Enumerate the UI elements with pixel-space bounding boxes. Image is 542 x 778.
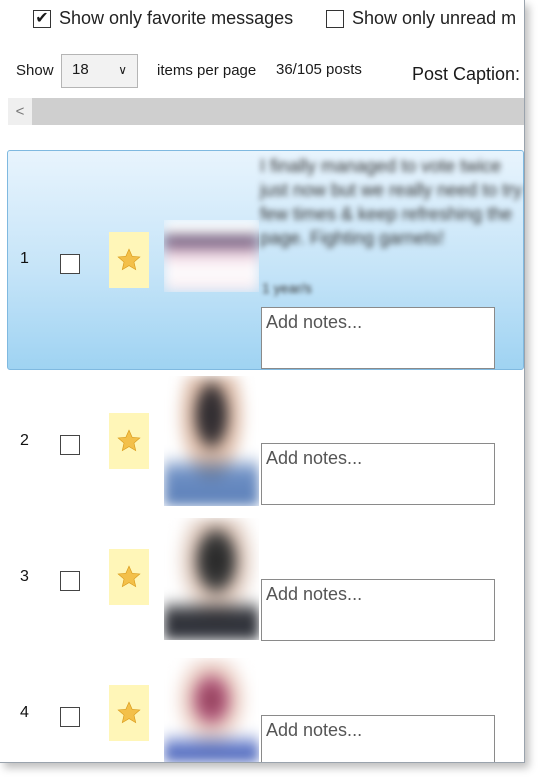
- notes-input[interactable]: Add notes...: [261, 715, 495, 762]
- unread-checkbox[interactable]: [326, 9, 344, 28]
- filter-bar: ✔ Show only favorite messages Show only …: [0, 0, 524, 44]
- items-per-page-select[interactable]: 18 ∨: [61, 54, 138, 88]
- star-icon: [117, 429, 141, 452]
- post-select-checkbox[interactable]: [60, 435, 80, 455]
- show-label: Show: [16, 62, 54, 79]
- items-per-page-value: 18: [72, 61, 89, 78]
- post-caption-label: Post Caption:: [412, 64, 521, 84]
- favorite-toggle[interactable]: [109, 232, 149, 288]
- star-icon: [117, 565, 141, 588]
- favorite-toggle[interactable]: [109, 549, 149, 605]
- post-select-checkbox[interactable]: [60, 707, 80, 727]
- favorites-checkbox[interactable]: ✔: [33, 9, 51, 28]
- post-index: 4: [20, 704, 29, 721]
- post-index: 3: [20, 568, 29, 585]
- post-select-checkbox[interactable]: [60, 254, 80, 274]
- notes-input[interactable]: Add notes...: [261, 443, 495, 505]
- post-text: I finally managed to vote twice just now…: [260, 156, 523, 248]
- unread-filter-label: Show only unread m: [352, 8, 517, 28]
- favorites-filter-label: Show only favorite messages: [59, 8, 294, 28]
- post-thumbnail: [164, 220, 259, 292]
- post-thumbnail: [164, 658, 259, 762]
- notes-input[interactable]: Add notes...: [261, 307, 495, 369]
- post-select-checkbox[interactable]: [60, 571, 80, 591]
- posts-window: ✔ Show only favorite messages Show only …: [0, 0, 525, 763]
- unread-filter[interactable]: Show only unread m: [326, 8, 516, 29]
- favorites-filter[interactable]: ✔ Show only favorite messages: [33, 8, 293, 29]
- post-thumbnail: [164, 518, 259, 640]
- favorite-toggle[interactable]: [109, 413, 149, 469]
- horizontal-scrollbar[interactable]: <: [8, 98, 524, 125]
- scroll-left-button[interactable]: <: [8, 98, 32, 125]
- notes-input[interactable]: Add notes...: [261, 579, 495, 641]
- star-icon: [117, 248, 141, 271]
- post-count: 36/105 posts: [276, 61, 362, 78]
- post-thumbnail: [164, 376, 259, 506]
- star-icon: [117, 701, 141, 724]
- post-index: 2: [20, 432, 29, 449]
- pager-bar: Show 18 ∨ items per page 36/105 posts Po…: [0, 52, 524, 92]
- post-time: 1 year/s: [262, 280, 312, 296]
- items-per-page-label: items per page: [157, 62, 257, 79]
- post-index: 1: [20, 250, 29, 267]
- chevron-down-icon: ∨: [118, 63, 127, 77]
- favorite-toggle[interactable]: [109, 685, 149, 741]
